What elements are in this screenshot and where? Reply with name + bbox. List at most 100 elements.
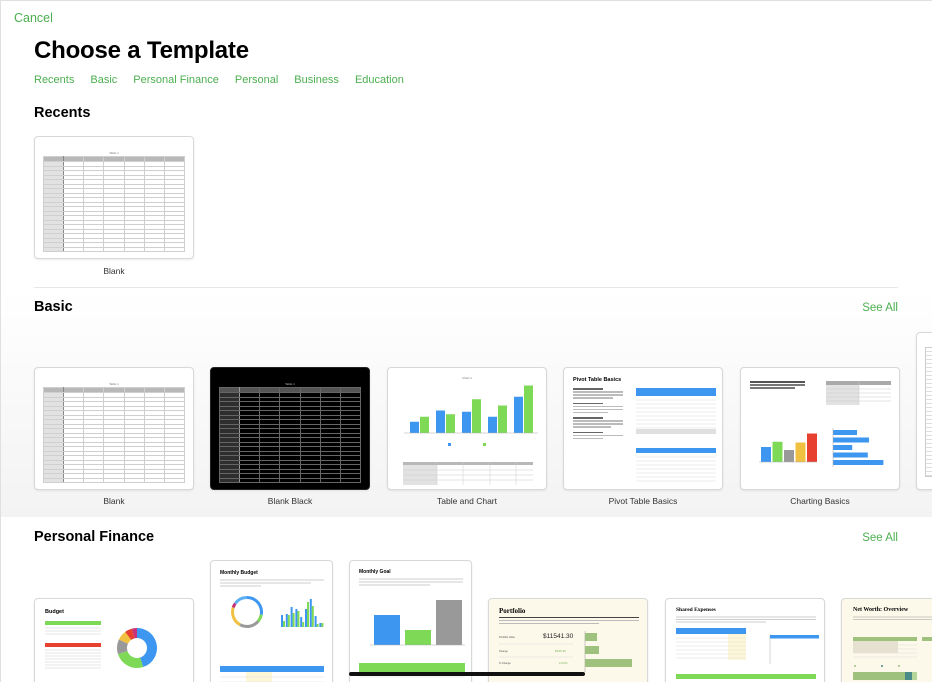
template-label: Pivot Table Basics xyxy=(608,496,678,506)
preview-donut-chart xyxy=(231,596,263,628)
section-title-recents: Recents xyxy=(34,105,91,121)
preview-bar xyxy=(302,622,305,627)
template-label: Charting Basics xyxy=(790,496,850,506)
template-thumb-table-and-chart[interactable]: Chart 1 xyxy=(387,367,547,490)
table-and-chart-preview xyxy=(403,385,538,485)
legend-swatch-a xyxy=(448,443,451,446)
preview-bar xyxy=(472,399,481,433)
spreadsheet-preview: Table 1 xyxy=(42,382,186,483)
shared-expenses-preview xyxy=(676,616,819,679)
preview-bar xyxy=(833,460,884,465)
budget-preview xyxy=(45,621,157,669)
template-label: Blank xyxy=(103,496,125,506)
preview-bar xyxy=(498,405,507,433)
spreadsheet-preview: Table 1 xyxy=(218,382,362,483)
template-thumb-budget[interactable]: Budget xyxy=(34,598,194,682)
preview-bar xyxy=(314,616,317,627)
page-title: Choose a Template xyxy=(34,37,249,64)
donut-slice xyxy=(234,596,247,605)
preview-bar xyxy=(761,447,771,462)
preview-bar xyxy=(295,609,298,627)
template-thumb-charting-basics[interactable] xyxy=(740,367,900,490)
monthly-goal-preview xyxy=(359,578,465,678)
see-all-basic-button[interactable]: See All xyxy=(862,302,898,314)
preview-bar-chart xyxy=(410,385,533,433)
section-title-personal-finance: Personal Finance xyxy=(34,529,155,545)
preview-bar-chart xyxy=(374,600,462,645)
donut-slice xyxy=(247,596,263,615)
template-thumb-recent-blank[interactable]: Table 1 xyxy=(34,136,194,259)
pivot-preview xyxy=(636,388,716,482)
template-thumb-net-worth[interactable]: Net Worth: Overview xyxy=(841,598,932,682)
template-thumb-monthly-budget[interactable]: Monthly Budget xyxy=(210,560,333,682)
preview-bar xyxy=(772,441,783,462)
preview-bar xyxy=(585,646,599,654)
preview-bar xyxy=(833,437,869,443)
template-label: Blank Black xyxy=(267,496,313,506)
template-thumb-blank-black[interactable]: Table 1 xyxy=(210,367,370,490)
monthly-budget-preview xyxy=(220,579,324,682)
preview-bar xyxy=(585,659,632,667)
donut-slice xyxy=(239,620,260,628)
home-indicator[interactable] xyxy=(349,672,585,676)
spreadsheet-preview: Table 1 xyxy=(42,151,186,252)
owes-bar xyxy=(770,635,819,639)
donut-slice xyxy=(231,607,241,627)
tab-personal-finance[interactable]: Personal Finance xyxy=(133,74,219,86)
template-label: Table and Chart xyxy=(436,496,497,506)
preview-bar xyxy=(287,615,290,627)
legend-swatch-b xyxy=(483,443,486,446)
preview-bar xyxy=(436,600,462,645)
preview-table-header xyxy=(403,462,533,465)
preview-bar xyxy=(290,607,293,627)
preview-column-chart xyxy=(761,433,817,462)
template-thumb-monthly-goal[interactable]: Monthly Goal xyxy=(349,560,472,682)
tab-education[interactable]: Education xyxy=(355,74,404,86)
preview-bar xyxy=(446,414,455,433)
sales-header xyxy=(636,448,716,453)
tab-personal[interactable]: Personal xyxy=(235,74,278,86)
preview-bar-chart xyxy=(833,430,884,465)
preview-bar xyxy=(311,606,314,627)
preview-bar xyxy=(514,396,523,433)
section-divider xyxy=(34,287,898,288)
net-worth-preview xyxy=(853,616,932,680)
template-thumb-partial[interactable] xyxy=(916,332,932,490)
donut-slice xyxy=(117,651,144,668)
charting-basics-preview xyxy=(759,381,891,467)
spreadsheet-preview xyxy=(925,347,932,477)
preview-bar xyxy=(436,410,445,433)
preview-bar xyxy=(316,624,319,627)
preview-bar xyxy=(374,615,400,645)
preview-bar xyxy=(281,615,283,627)
preview-bar xyxy=(462,411,471,433)
template-label: Blank xyxy=(103,266,125,276)
template-thumb-shared-expenses[interactable]: Shared Expenses xyxy=(665,598,825,682)
tab-business[interactable]: Business xyxy=(294,74,339,86)
preview-bar xyxy=(833,445,853,450)
preview-bar xyxy=(585,633,597,641)
preview-bar xyxy=(309,599,312,627)
preview-bar xyxy=(795,442,806,462)
preview-bar xyxy=(488,416,497,433)
template-thumb-portfolio[interactable]: Portfolio Portfolio Value $11541.30 Chan… xyxy=(488,598,648,682)
tab-basic[interactable]: Basic xyxy=(90,74,117,86)
portfolio-preview xyxy=(499,631,632,672)
preview-bar xyxy=(285,614,288,627)
preview-bar-chart xyxy=(585,633,632,667)
preview-bar xyxy=(833,452,868,458)
preview-bar xyxy=(319,623,322,627)
tab-recents[interactable]: Recents xyxy=(34,74,74,86)
section-title-basic: Basic xyxy=(34,299,73,315)
preview-bar xyxy=(807,433,817,462)
template-thumb-pivot-table-basics[interactable]: Pivot Table Basics xyxy=(563,367,723,490)
preview-bar xyxy=(833,430,857,435)
template-thumb-blank[interactable]: Table 1 xyxy=(34,367,194,490)
cancel-button[interactable]: Cancel xyxy=(14,11,53,25)
preview-bar xyxy=(784,450,794,462)
preview-bar xyxy=(305,609,307,627)
see-all-personal-finance-button[interactable]: See All xyxy=(862,532,898,544)
preview-bar xyxy=(297,611,300,627)
preview-bar xyxy=(300,617,303,627)
preview-bar xyxy=(420,416,429,433)
